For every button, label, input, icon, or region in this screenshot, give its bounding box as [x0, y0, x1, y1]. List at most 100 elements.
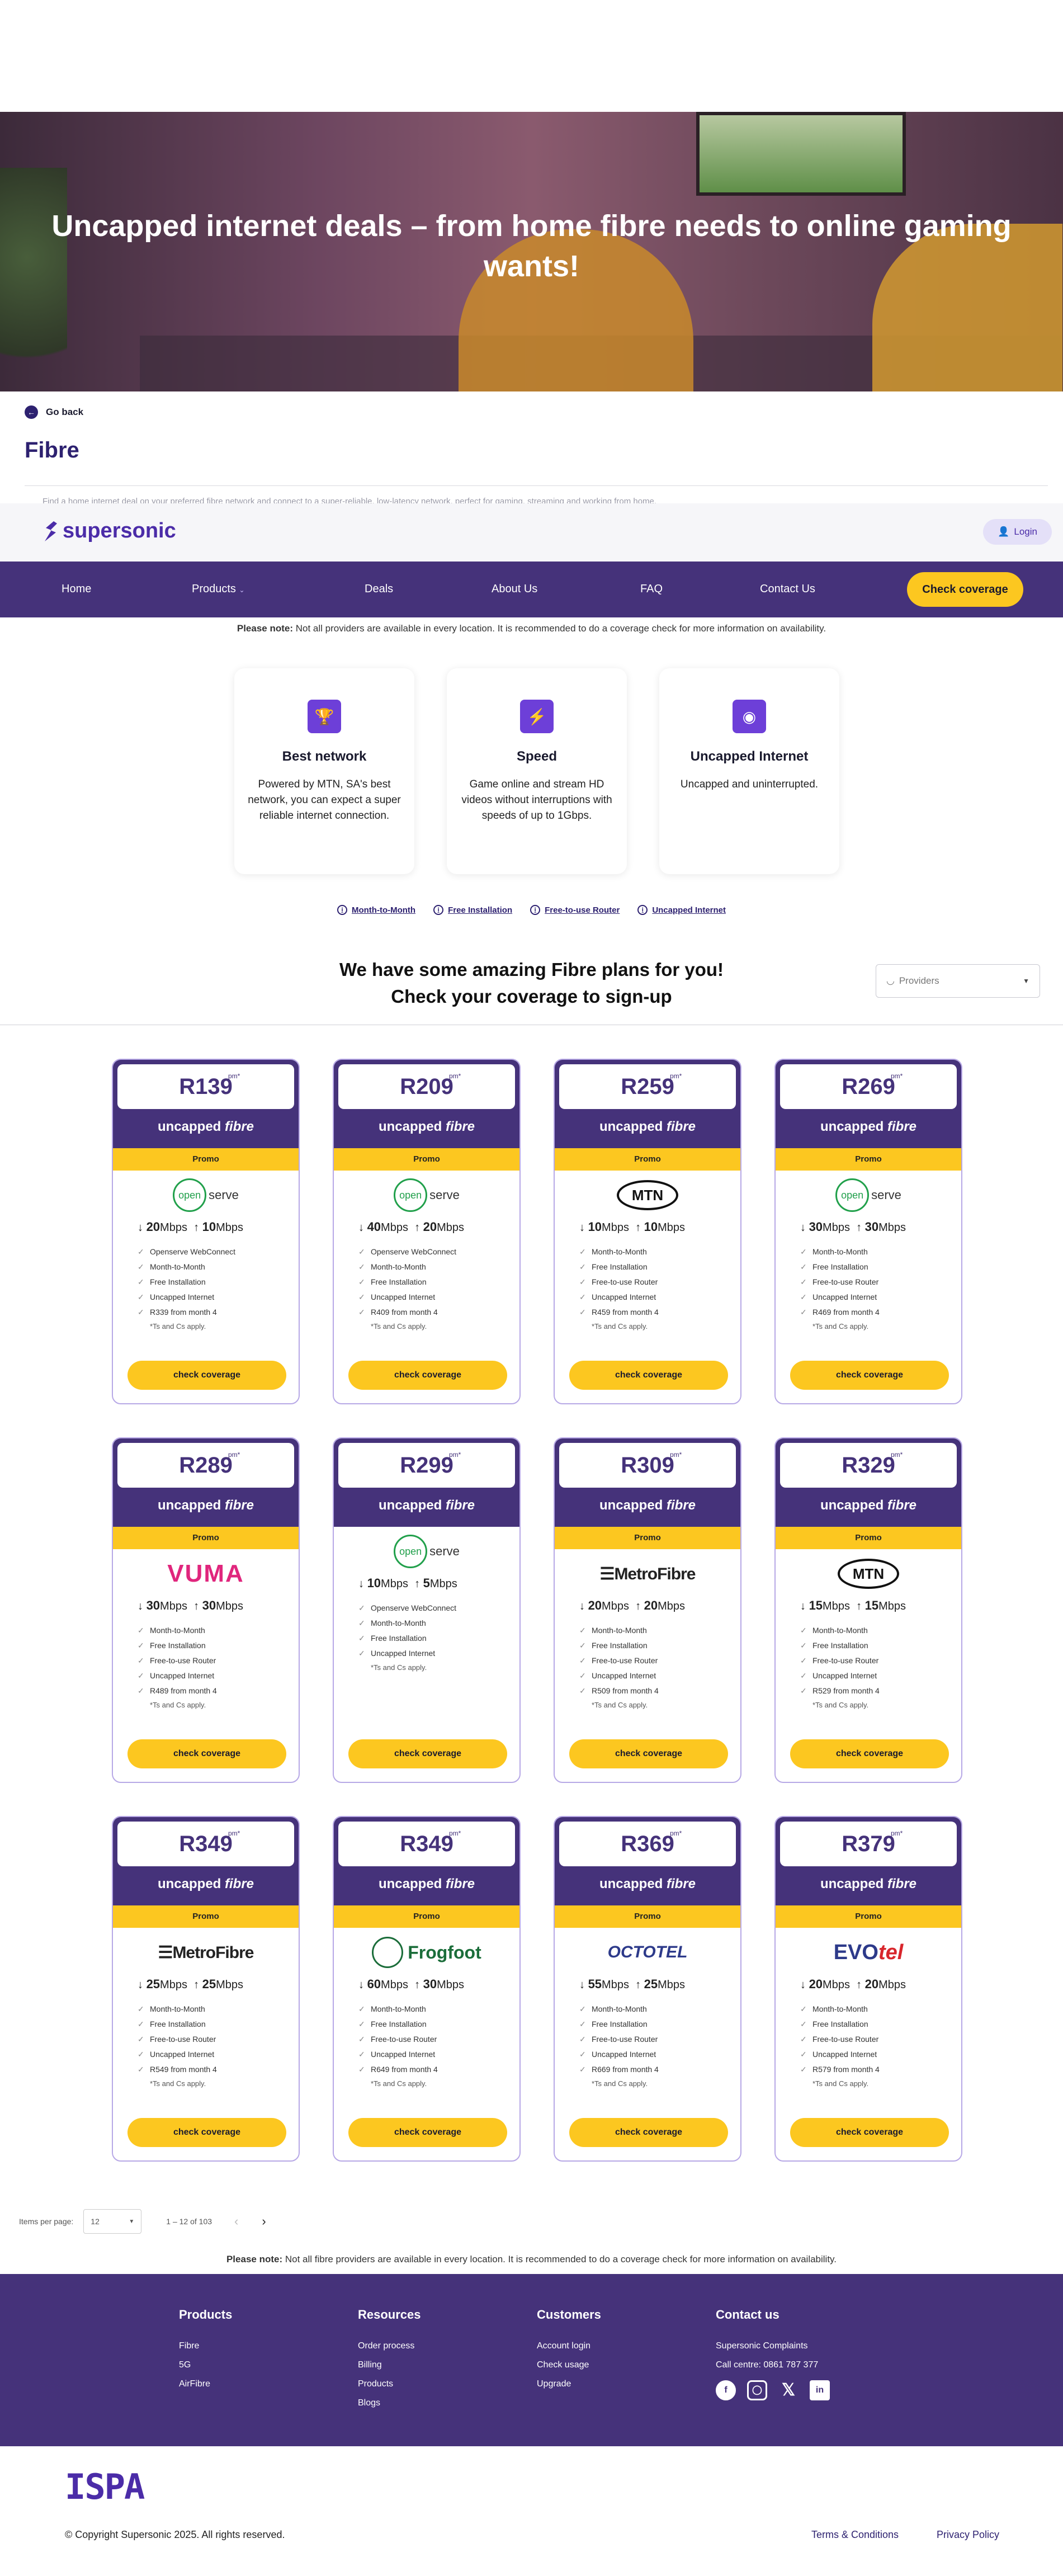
- check-coverage-button[interactable]: check coverage: [569, 1739, 728, 1768]
- arrow-down-icon: ↓: [579, 1600, 585, 1612]
- plan-features: ✓ Month-to-Month ✓ Free Installation ✓ Free-t…: [800, 1244, 961, 1320]
- plan-feature: ✓ Free Installation: [800, 1638, 961, 1653]
- check-coverage-button[interactable]: check coverage: [348, 1361, 507, 1390]
- badge-uncapped[interactable]: i Uncapped Internet: [637, 905, 726, 915]
- promo-badge: Promo: [776, 1148, 961, 1171]
- items-per-page-select[interactable]: 12 ▼: [83, 2209, 142, 2234]
- price-box: R269 pm*: [780, 1064, 957, 1109]
- check-coverage-button[interactable]: check coverage: [348, 2118, 507, 2147]
- plan-feature: ✓ Free-to-use Router: [579, 1653, 740, 1668]
- plan-card: R299pm*uncapped fibrePromoopenserve↓ 10M…: [333, 1437, 521, 1783]
- brand-logo[interactable]: supersonic: [42, 519, 176, 543]
- plan-feature: ✓ Month-to-Month: [358, 1616, 519, 1631]
- footer-link[interactable]: Supersonic Complaints: [716, 2337, 830, 2356]
- price-box: R349 pm*: [117, 1822, 294, 1866]
- promo-badge: Promo: [113, 1527, 299, 1549]
- badge-month-to-month[interactable]: i Month-to-Month: [337, 905, 415, 915]
- check-icon: ✓: [579, 2004, 586, 2013]
- go-back-link[interactable]: ← Go back: [25, 405, 83, 419]
- plan-feature: ✓ Free Installation: [800, 1259, 961, 1275]
- footer-phone[interactable]: Call centre: 0861 787 377: [716, 2356, 830, 2375]
- check-coverage-button[interactable]: check coverage: [569, 2118, 728, 2147]
- footer-link[interactable]: Account login: [537, 2337, 601, 2356]
- footer-link[interactable]: Upgrade: [537, 2375, 601, 2394]
- plan-speed: ↓ 30Mbps ↑ 30Mbps: [800, 1220, 906, 1234]
- footer-link[interactable]: Products: [358, 2375, 421, 2394]
- arrow-down-icon: ↓: [358, 1578, 364, 1590]
- plan-feature: ✓ Free-to-use Router: [800, 1275, 961, 1290]
- check-icon: ✓: [358, 1603, 365, 1612]
- pagination: Items per page: 12 ▼ 1 – 12 of 103 ‹ ›: [19, 2209, 266, 2234]
- plan-card: R369 pm* uncapped fibre Promo OCTOTEL ↓ 55Mbp…: [554, 1816, 741, 2162]
- hero-tv-image: [696, 112, 906, 196]
- login-button[interactable]: 👤 Login: [983, 519, 1052, 545]
- plan-feature: ✓ R339 from month 4: [138, 1305, 299, 1320]
- check-icon: ✓: [138, 2050, 144, 2059]
- check-icon: ✓: [800, 1671, 807, 1680]
- main-nav: Home Products ⌄ Deals About Us FAQ Conta…: [0, 562, 1063, 617]
- plan-card: R289 pm* uncapped fibre Promo VUMA ↓ 30Mbps ↑…: [112, 1437, 300, 1783]
- check-coverage-button[interactable]: check coverage: [569, 1361, 728, 1390]
- footer-link[interactable]: Check usage: [537, 2356, 601, 2375]
- check-coverage-button[interactable]: check coverage: [790, 1361, 949, 1390]
- check-coverage-button[interactable]: check coverage: [790, 2118, 949, 2147]
- badge-free-router[interactable]: i Free-to-use Router: [530, 905, 620, 915]
- plan-speed: ↓ 10Mbps ↑ 5Mbps: [358, 1576, 457, 1590]
- nav-products[interactable]: Products ⌄: [192, 583, 245, 596]
- nav-deals[interactable]: Deals: [365, 583, 393, 596]
- plan-features: ✓ Month-to-Month ✓ Free Installation ✓ Free-t…: [138, 1623, 299, 1699]
- check-icon: ✓: [138, 1308, 144, 1317]
- footer-link[interactable]: AirFibre: [179, 2375, 232, 2394]
- check-icon: ✓: [358, 1292, 365, 1301]
- footer-link[interactable]: 5G: [179, 2356, 232, 2375]
- check-icon: ✓: [138, 1686, 144, 1695]
- linkedin-icon[interactable]: in: [810, 2380, 830, 2400]
- feature-text: Powered by MTN, SA's best network, you c…: [248, 779, 401, 822]
- check-coverage-button[interactable]: check coverage: [127, 2118, 286, 2147]
- providers-filter-select[interactable]: ◡ Providers ▼: [876, 964, 1040, 998]
- plan-feature: ✓ R669 from month 4: [579, 2062, 740, 2077]
- terms-note: *Ts and Cs apply.: [371, 1663, 427, 1672]
- instagram-icon[interactable]: ◯: [747, 2380, 767, 2400]
- check-icon: ✓: [579, 1641, 586, 1650]
- next-page-icon[interactable]: ›: [262, 2214, 266, 2229]
- badge-free-installation[interactable]: i Free Installation: [433, 905, 512, 915]
- footer-link[interactable]: Order process: [358, 2337, 421, 2356]
- check-coverage-button[interactable]: check coverage: [127, 1739, 286, 1768]
- nav-contact-us[interactable]: Contact Us: [760, 583, 815, 596]
- plan-name: uncapped fibre: [820, 1119, 917, 1134]
- plan-feature: ✓ Uncapped Internet: [358, 1290, 519, 1305]
- footer-link[interactable]: Blogs: [358, 2394, 421, 2413]
- nav-home[interactable]: Home: [62, 583, 91, 596]
- footer-link[interactable]: Fibre: [179, 2337, 232, 2356]
- price-box: R349 pm*: [338, 1822, 515, 1866]
- terms-note: *Ts and Cs apply.: [371, 1322, 427, 1331]
- provider-logo: OCTOTEL: [555, 1928, 740, 1977]
- terms-link[interactable]: Terms & Conditions: [811, 2529, 899, 2541]
- plan-feature: ✓ Month-to-Month: [800, 1244, 961, 1259]
- privacy-link[interactable]: Privacy Policy: [937, 2529, 999, 2541]
- check-coverage-button[interactable]: check coverage: [348, 1739, 507, 1768]
- arrow-up-icon: ↑: [635, 1600, 641, 1612]
- check-coverage-button[interactable]: check coverage: [790, 1739, 949, 1768]
- promo-badge: Promo: [555, 1148, 740, 1171]
- provider-logo: Frogfoot: [334, 1928, 519, 1977]
- x-twitter-icon[interactable]: 𝕏: [778, 2380, 799, 2400]
- openserve-logo: open serve: [173, 1178, 239, 1212]
- plan-feature: ✓ Month-to-Month: [358, 1259, 519, 1275]
- plan-card-header: R349 pm* uncapped fibre: [334, 1817, 519, 1905]
- plan-feature: ✓ Uncapped Internet: [579, 1668, 740, 1683]
- facebook-icon[interactable]: f: [716, 2380, 736, 2400]
- check-coverage-button[interactable]: Check coverage: [907, 572, 1023, 607]
- go-back-label: Go back: [46, 407, 84, 417]
- footer-link[interactable]: Billing: [358, 2356, 421, 2375]
- plan-speed: ↓ 20Mbps ↑ 20Mbps: [579, 1598, 686, 1612]
- footer-heading: Products: [179, 2308, 233, 2322]
- arrow-down-icon: ↓: [800, 1600, 806, 1612]
- plan-name: uncapped fibre: [820, 1876, 917, 1891]
- prev-page-icon[interactable]: ‹: [234, 2214, 238, 2229]
- nav-faq[interactable]: FAQ: [640, 583, 663, 596]
- plan-name: uncapped fibre: [599, 1119, 696, 1134]
- check-coverage-button[interactable]: check coverage: [127, 1361, 286, 1390]
- nav-about-us[interactable]: About Us: [492, 583, 537, 596]
